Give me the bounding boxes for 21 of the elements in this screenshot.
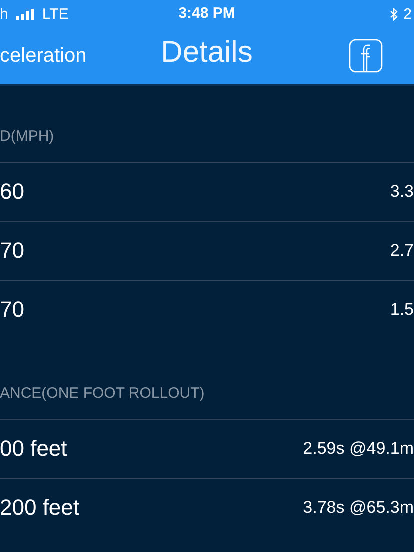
row-value: 1.5 — [390, 300, 414, 320]
signal-icon — [16, 8, 34, 20]
row-value: 2.59s @49.1m — [303, 439, 414, 459]
row-label: 70 — [0, 238, 24, 264]
row-label: 70 — [0, 297, 24, 323]
bluetooth-icon — [390, 8, 398, 20]
back-link[interactable]: celeration — [0, 44, 87, 68]
row-label: 200 feet — [0, 495, 80, 521]
status-time: 3:48 PM — [178, 5, 236, 22]
row-label: 60 — [0, 179, 24, 205]
nav-title: Details — [161, 36, 253, 70]
row-value: 3.3 — [390, 182, 414, 202]
row-value: 3.78s @65.3m — [303, 498, 414, 518]
row-label: 00 feet — [0, 436, 68, 462]
section-header: ANCE(ONE FOOT ROLLOUT) — [0, 385, 206, 404]
network-type: LTE — [42, 6, 69, 22]
carrier-name: h — [0, 6, 8, 22]
facebook-share-icon[interactable] — [349, 39, 383, 73]
row-value: 2.7 — [390, 241, 414, 261]
battery-percent: 2 — [404, 6, 412, 22]
section-header: D(MPH) — [0, 128, 56, 147]
